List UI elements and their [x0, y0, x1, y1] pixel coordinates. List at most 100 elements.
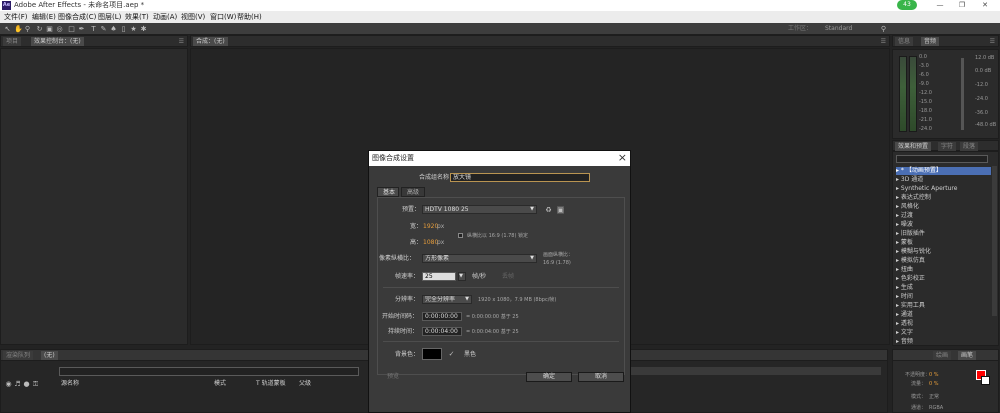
- tab-render-queue[interactable]: 渲染队列: [3, 351, 34, 360]
- height-value[interactable]: 1080: [423, 239, 438, 247]
- resolution-select[interactable]: 完全分辨率 ▼: [422, 295, 472, 304]
- duration-input[interactable]: 0:00:04:00: [422, 327, 462, 336]
- solo-toggle-icon[interactable]: ●: [23, 380, 30, 388]
- opacity-value[interactable]: 0 %: [929, 372, 939, 378]
- tab-composition[interactable]: 合成：(无): [193, 37, 228, 46]
- list-item[interactable]: ▸ 生成: [896, 284, 991, 292]
- zoom-tool-icon[interactable]: ⚲: [24, 25, 31, 33]
- panel-menu-icon[interactable]: ☰: [881, 37, 886, 46]
- tab-basic[interactable]: 基本: [377, 187, 399, 197]
- mask-tool-icon[interactable]: □: [68, 25, 75, 33]
- list-item[interactable]: ▸ 噪波: [896, 221, 991, 229]
- menu-animation[interactable]: 动画(A): [153, 12, 177, 22]
- preset-select[interactable]: HDTV 1080 25 ▼: [422, 205, 537, 214]
- menu-view[interactable]: 视图(V): [181, 12, 205, 22]
- eyedropper-icon[interactable]: ✓: [448, 350, 455, 358]
- list-item[interactable]: ▸ 模拟仿真: [896, 257, 991, 265]
- channel-select[interactable]: RGBA: [929, 405, 943, 411]
- menu-layer[interactable]: 图层(L): [98, 12, 121, 22]
- time-ruler[interactable]: [631, 367, 881, 375]
- puppet-tool-icon[interactable]: ✱: [140, 25, 147, 33]
- rotate-tool-icon[interactable]: ↻: [36, 25, 43, 33]
- menu-effect[interactable]: 效果(T): [125, 12, 149, 22]
- pixel-aspect-select[interactable]: 方形像素 ▼: [422, 254, 537, 263]
- list-item[interactable]: ▸ 色彩校正: [896, 275, 991, 283]
- list-item[interactable]: ▸ 旧版插件: [896, 230, 991, 238]
- volume-slider-track[interactable]: [961, 58, 964, 130]
- tab-project[interactable]: 项目: [3, 37, 22, 46]
- mode-select[interactable]: 正常: [929, 394, 939, 400]
- tab-effect-controls[interactable]: 效果控制台：(无): [31, 37, 84, 46]
- tab-brushes[interactable]: 画笔: [958, 351, 977, 360]
- list-item[interactable]: ▸ 时间: [896, 293, 991, 301]
- flow-value[interactable]: 0 %: [929, 381, 939, 387]
- ok-button[interactable]: 确定: [526, 372, 572, 382]
- restore-icon[interactable]: ❐: [952, 0, 972, 11]
- pan-behind-tool-icon[interactable]: ◎: [56, 25, 63, 33]
- list-item[interactable]: ▸ 3D 通道: [896, 176, 991, 184]
- list-item[interactable]: ▸ 透视: [896, 320, 991, 328]
- tab-audio[interactable]: 音频: [921, 37, 940, 46]
- close-icon[interactable]: ×: [618, 152, 627, 164]
- background-color-swatch[interactable]: [422, 348, 442, 360]
- list-item[interactable]: ▸ 扭曲: [896, 266, 991, 274]
- list-item[interactable]: ▸ 实用工具: [896, 302, 991, 310]
- menu-composition[interactable]: 图像合成(C): [58, 12, 96, 22]
- list-item[interactable]: ▸ 通道: [896, 311, 991, 319]
- list-item[interactable]: ▸ 过渡: [896, 212, 991, 220]
- width-value[interactable]: 1920: [423, 223, 438, 231]
- tab-timeline[interactable]: (无): [41, 351, 58, 360]
- panel-menu-icon[interactable]: ☰: [179, 37, 184, 46]
- search-icon[interactable]: ⚲: [880, 25, 887, 33]
- hand-tool-icon[interactable]: ✋: [14, 25, 23, 33]
- background-color-swatch[interactable]: [981, 376, 990, 385]
- minimize-icon[interactable]: —: [930, 0, 950, 11]
- frame-rate-dropdown[interactable]: ▼: [458, 272, 466, 281]
- tab-character[interactable]: 字符: [938, 142, 957, 151]
- tab-paint[interactable]: 绘画: [933, 351, 952, 360]
- preview-checkbox[interactable]: 预览: [387, 373, 399, 381]
- list-item[interactable]: ▸ * 【动画预置】: [896, 167, 991, 175]
- list-item[interactable]: ▸ 文字: [896, 329, 991, 337]
- list-item[interactable]: ▸ Synthetic Aperture: [896, 185, 991, 193]
- start-timecode-input[interactable]: 0:00:00:00: [422, 312, 462, 321]
- list-item[interactable]: ▸ 音频: [896, 338, 991, 346]
- effects-scrollbar[interactable]: [992, 166, 997, 316]
- workspace-select[interactable]: Standard: [825, 25, 852, 33]
- list-item[interactable]: ▸ 蒙板: [896, 239, 991, 247]
- menu-window[interactable]: 窗口(W): [210, 12, 236, 22]
- timeline-search-input[interactable]: [59, 367, 359, 376]
- panel-menu-icon[interactable]: ☰: [990, 37, 995, 46]
- brush-tool-icon[interactable]: ✎: [100, 25, 107, 33]
- menu-help[interactable]: 帮助(H): [237, 12, 262, 22]
- eraser-tool-icon[interactable]: ▯: [120, 25, 127, 33]
- menu-edit[interactable]: 编辑(E): [32, 12, 56, 22]
- pen-tool-icon[interactable]: ✒: [78, 25, 85, 33]
- comp-name-input[interactable]: 放大镜: [450, 173, 590, 182]
- cancel-button[interactable]: 取消: [578, 372, 624, 382]
- lock-aspect-checkbox[interactable]: [458, 233, 463, 238]
- clone-tool-icon[interactable]: ♠: [110, 25, 117, 33]
- notification-badge[interactable]: 43: [897, 0, 917, 10]
- save-preset-icon[interactable]: ▣: [557, 206, 564, 214]
- text-tool-icon[interactable]: T: [90, 25, 97, 33]
- delete-preset-icon[interactable]: ♻: [545, 206, 552, 214]
- roto-tool-icon[interactable]: ★: [130, 25, 137, 33]
- menu-file[interactable]: 文件(F): [4, 12, 28, 22]
- effects-search-input[interactable]: [896, 155, 988, 163]
- camera-tool-icon[interactable]: ▣: [46, 25, 53, 33]
- close-icon[interactable]: ✕: [975, 0, 995, 11]
- list-item[interactable]: ▸ 风格化: [896, 203, 991, 211]
- video-toggle-icon[interactable]: ◉: [5, 380, 12, 388]
- tab-effects-presets[interactable]: 效果和预置: [895, 142, 932, 151]
- lock-icon[interactable]: ⚿: [32, 380, 39, 388]
- audio-toggle-icon[interactable]: ♬: [14, 380, 21, 388]
- selection-tool-icon[interactable]: ↖: [4, 25, 11, 33]
- tab-info[interactable]: 信息: [895, 37, 914, 46]
- tab-advanced[interactable]: 高级: [401, 187, 425, 197]
- frame-rate-input[interactable]: 25: [422, 272, 456, 281]
- list-item[interactable]: ▸ 表达式控制: [896, 194, 991, 202]
- drop-frame-select[interactable]: 丢帧: [502, 273, 514, 281]
- list-item[interactable]: ▸ 模糊与锐化: [896, 248, 991, 256]
- tab-paragraph[interactable]: 段落: [960, 142, 979, 151]
